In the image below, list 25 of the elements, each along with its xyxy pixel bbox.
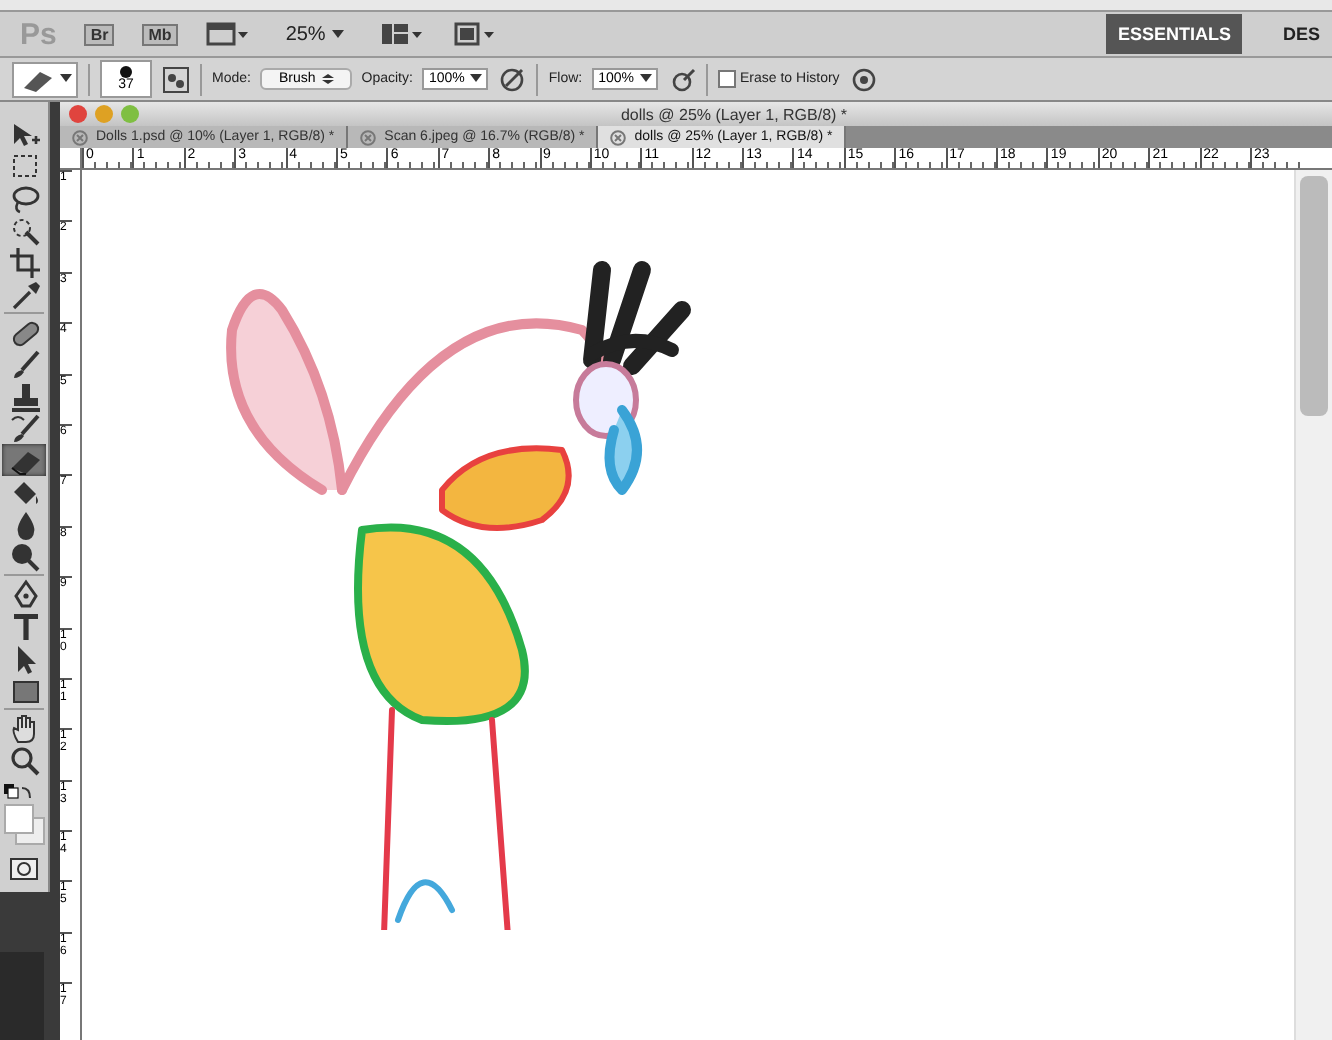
window-controls-icon[interactable] — [68, 104, 144, 124]
arrange-documents-icon[interactable] — [379, 20, 424, 48]
screen-mode-icon[interactable] — [451, 20, 496, 48]
workspace-button[interactable]: DES — [1270, 14, 1332, 54]
tool-preset-picker[interactable] — [12, 61, 78, 97]
color-swatches-icon[interactable] — [3, 804, 45, 846]
pressure-opacity-icon[interactable] — [498, 65, 527, 93]
close-icon[interactable] — [610, 129, 627, 145]
brush-panel-icon[interactable] — [162, 65, 190, 93]
pressure-size-icon[interactable] — [849, 65, 878, 93]
workspace-button[interactable]: ESSENTIALS — [1105, 14, 1243, 54]
caret-icon — [60, 74, 72, 84]
quick-mask-icon[interactable] — [10, 858, 38, 880]
window-title: dolls @ 25% (Layer 1, RGB/8) * — [618, 105, 850, 123]
airbrush-icon[interactable] — [668, 65, 696, 93]
caret-icon — [470, 74, 483, 84]
up-down-arrows-icon — [321, 74, 334, 84]
zoom-dropdown[interactable]: 25% — [277, 23, 352, 45]
vertical-scrollbar[interactable] — [1294, 170, 1332, 1040]
bridge-button[interactable]: Mb — [142, 23, 178, 45]
caret-icon — [331, 29, 344, 39]
caret-icon — [640, 74, 652, 84]
default-colors-icon[interactable] — [3, 784, 31, 804]
screen-layout-icon[interactable] — [205, 20, 250, 48]
bridge-button[interactable]: Br — [84, 23, 115, 45]
